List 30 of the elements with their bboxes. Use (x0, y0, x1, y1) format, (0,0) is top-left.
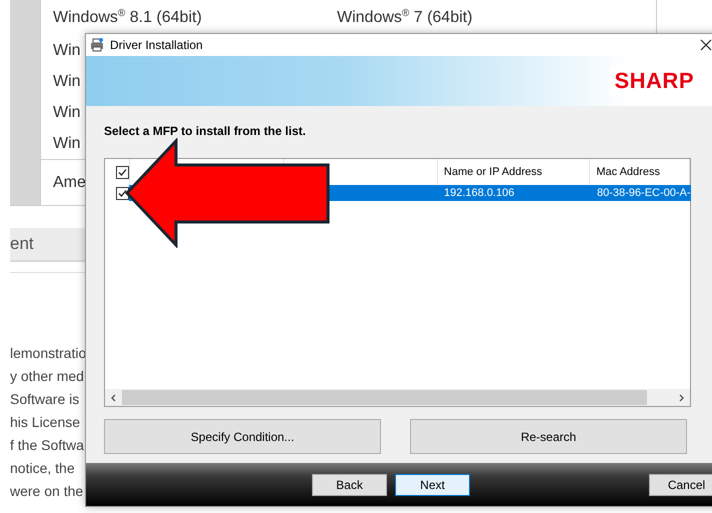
table-cell-text: Ame (53, 172, 86, 192)
window-title: Driver Installation (110, 38, 203, 52)
logo: SHARP (610, 66, 694, 96)
instruction-text: Select a MFP to install from the list. (104, 124, 307, 138)
table-cell-text: Windows$^{®}$ 7 (64bit) (337, 6, 474, 28)
body-text: Software is (10, 391, 80, 409)
table-cell-text: Win (53, 134, 81, 154)
body-text: f the Softwa (10, 437, 84, 455)
body-text: lemonstratio (10, 345, 86, 363)
footer-button[interactable]: Cancel (649, 474, 712, 496)
table-cell-text: Win (53, 72, 81, 92)
body-text: his License (10, 414, 80, 432)
research-button[interactable]: Re-search (410, 419, 687, 454)
table-cell-text: Win (53, 40, 81, 60)
footer-button[interactable]: Back (312, 474, 387, 496)
body-text: notice, the (10, 460, 75, 478)
tab[interactable]: ent (10, 228, 85, 262)
list-cell-text: 80-38-96-EC-00-A- (596, 187, 691, 199)
footer-button[interactable]: Next (395, 474, 470, 496)
close-icon[interactable] (700, 39, 712, 51)
table-cell-text: Win (53, 102, 81, 122)
body-text: were on the (10, 483, 84, 501)
table-cell-text: Windows$^{®}$ 8.1 (64bit) (53, 6, 203, 28)
scroll-right-icon[interactable] (679, 394, 684, 402)
body-text: y other med (10, 368, 84, 386)
printer-icon (90, 38, 104, 52)
list-cell-text: 192.168.0.106 (443, 187, 516, 199)
horizontal-scrollbar[interactable] (105, 389, 690, 406)
scroll-left-icon[interactable] (111, 394, 116, 402)
specify-condition-button[interactable]: Specify Condition... (104, 419, 381, 454)
